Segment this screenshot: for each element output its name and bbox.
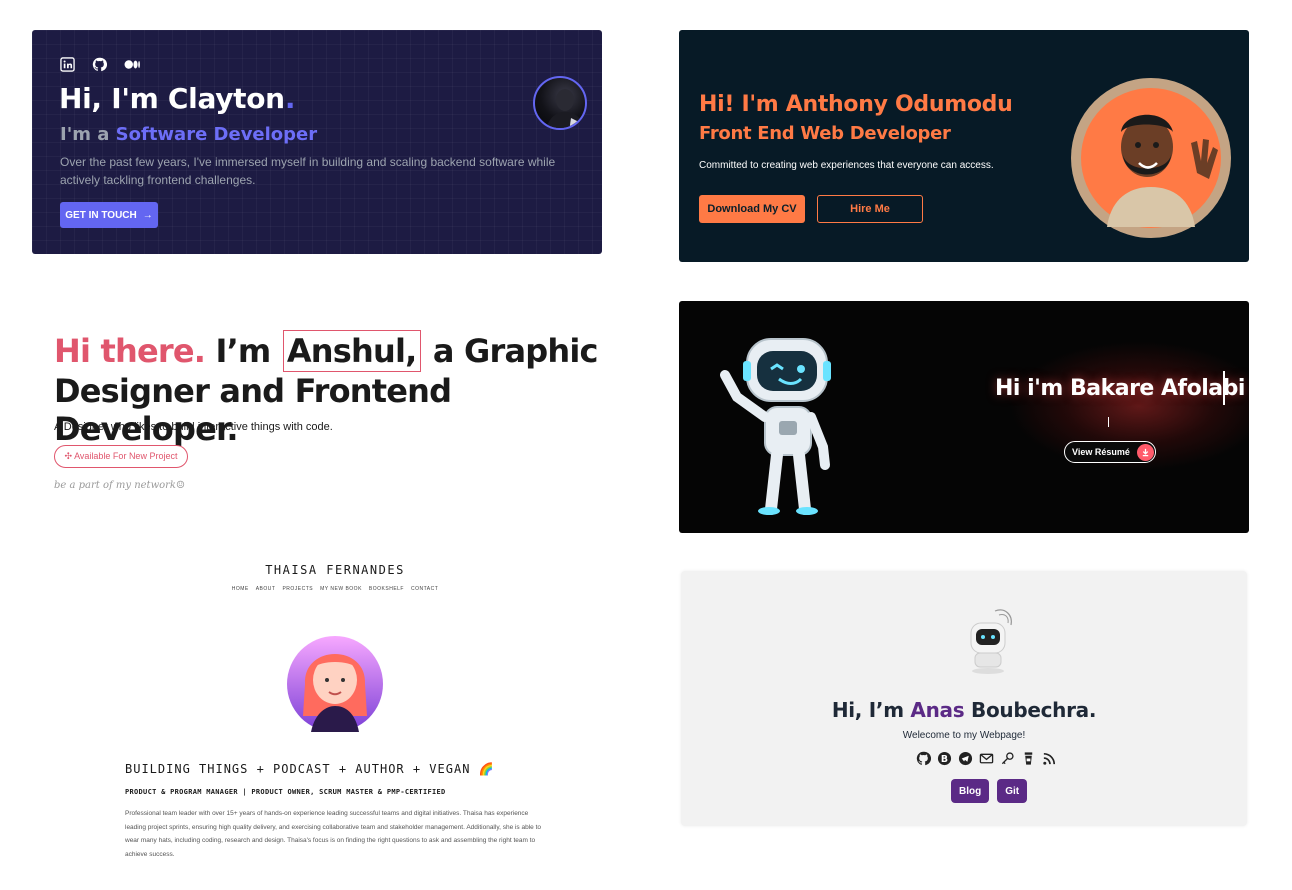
bakare-hero: Hi i'm Bakare Afolabi View Résumé xyxy=(679,301,1249,533)
anas-hero: Hi, I’m Anas Boubechra. Welecome to my W… xyxy=(681,571,1247,826)
role-text: PRODUCT & PROGRAM MANAGER | PRODUCT OWNE… xyxy=(125,788,446,796)
page-title: Hi, I’m Anas Boubechra. xyxy=(831,698,1097,722)
linkedin-icon[interactable] xyxy=(60,57,75,72)
git-button[interactable]: Git xyxy=(997,779,1028,803)
description: A Designer who likes to build interactiv… xyxy=(54,421,333,433)
download-cv-button[interactable]: Download My CV xyxy=(699,195,805,223)
page-title: Hi! I'm Anthony Odumodu xyxy=(699,92,1013,117)
top-nav: HOME ABOUT PROJECTS MY NEW BOOK BOOKSHEL… xyxy=(120,586,550,592)
rss-icon[interactable] xyxy=(1042,751,1057,766)
thaisa-hero: THAISA FERNANDES HOME ABOUT PROJECTS MY … xyxy=(120,556,560,876)
get-in-touch-button[interactable]: GET IN TOUCH → xyxy=(60,202,158,228)
page-title: Hi, I'm Clayton. xyxy=(59,82,296,115)
nav-item-projects[interactable]: PROJECTS xyxy=(282,586,313,592)
github-icon[interactable] xyxy=(92,57,108,72)
anshul-hero: Hi there. I’m Anshul, a Graphic Designer… xyxy=(40,310,620,510)
role-text: Software Developer xyxy=(115,124,318,145)
svg-text:B: B xyxy=(941,754,948,765)
description: Committed to creating web experiences th… xyxy=(699,160,994,171)
role-text: Front End Web Developer xyxy=(699,123,951,144)
arrow-right-icon: → xyxy=(142,209,153,221)
description: Over the past few years, I've immersed m… xyxy=(60,155,556,187)
social-links: B xyxy=(916,751,1057,766)
hire-me-button[interactable]: Hire Me xyxy=(817,195,923,223)
download-icon xyxy=(1137,443,1154,461)
nav-item-about[interactable]: ABOUT xyxy=(256,586,276,592)
memoji-avatar xyxy=(1067,77,1235,239)
site-brand[interactable]: THAISA FERNANDES xyxy=(120,563,550,577)
view-resume-button[interactable]: View Résumé xyxy=(1064,441,1156,463)
nav-item-contact[interactable]: CONTACT xyxy=(411,586,438,592)
action-buttons: Blog Git xyxy=(951,779,1028,803)
page-title: Hi i'm Bakare Afolabi xyxy=(995,376,1245,401)
bio-text: Professional team leader with over 15+ y… xyxy=(125,810,541,858)
clayton-hero: Hi, I'm Clayton. I'm a Software Develope… xyxy=(32,30,602,254)
robot-illustration xyxy=(961,605,1017,675)
anthony-hero: Hi! I'm Anthony Odumodu Front End Web De… xyxy=(679,30,1249,262)
avatar-illustration xyxy=(287,624,383,732)
coffee-icon[interactable] xyxy=(1021,751,1036,766)
mail-icon[interactable] xyxy=(979,751,994,766)
social-links xyxy=(60,57,140,72)
bitcoin-icon[interactable]: B xyxy=(937,751,952,766)
blog-button[interactable]: Blog xyxy=(951,779,990,803)
subtitle: I'm a Software Developer xyxy=(60,124,318,145)
available-for-project-button[interactable]: ✣ Available For New Project xyxy=(54,445,188,468)
network-link[interactable]: be a part of my network☺ xyxy=(54,480,185,491)
highlighted-name: Anshul, xyxy=(282,330,421,372)
telegram-icon[interactable] xyxy=(958,751,973,766)
nav-item-bookshelf[interactable]: BOOKSHELF xyxy=(369,586,404,592)
key-icon[interactable] xyxy=(1000,751,1015,766)
avatar xyxy=(533,76,587,130)
typing-cursor xyxy=(1223,371,1225,405)
typing-cursor-secondary xyxy=(1108,417,1109,427)
nav-item-my-new-book[interactable]: MY NEW BOOK xyxy=(320,586,362,592)
github-icon[interactable] xyxy=(916,751,932,766)
nav-item-home[interactable]: HOME xyxy=(232,586,249,592)
welcome-text: Welecome to my Webpage! xyxy=(902,730,1026,741)
tagline: BUILDING THINGS + PODCAST + AUTHOR + VEG… xyxy=(125,762,495,776)
robot-illustration xyxy=(707,331,842,516)
medium-icon[interactable] xyxy=(124,57,140,72)
